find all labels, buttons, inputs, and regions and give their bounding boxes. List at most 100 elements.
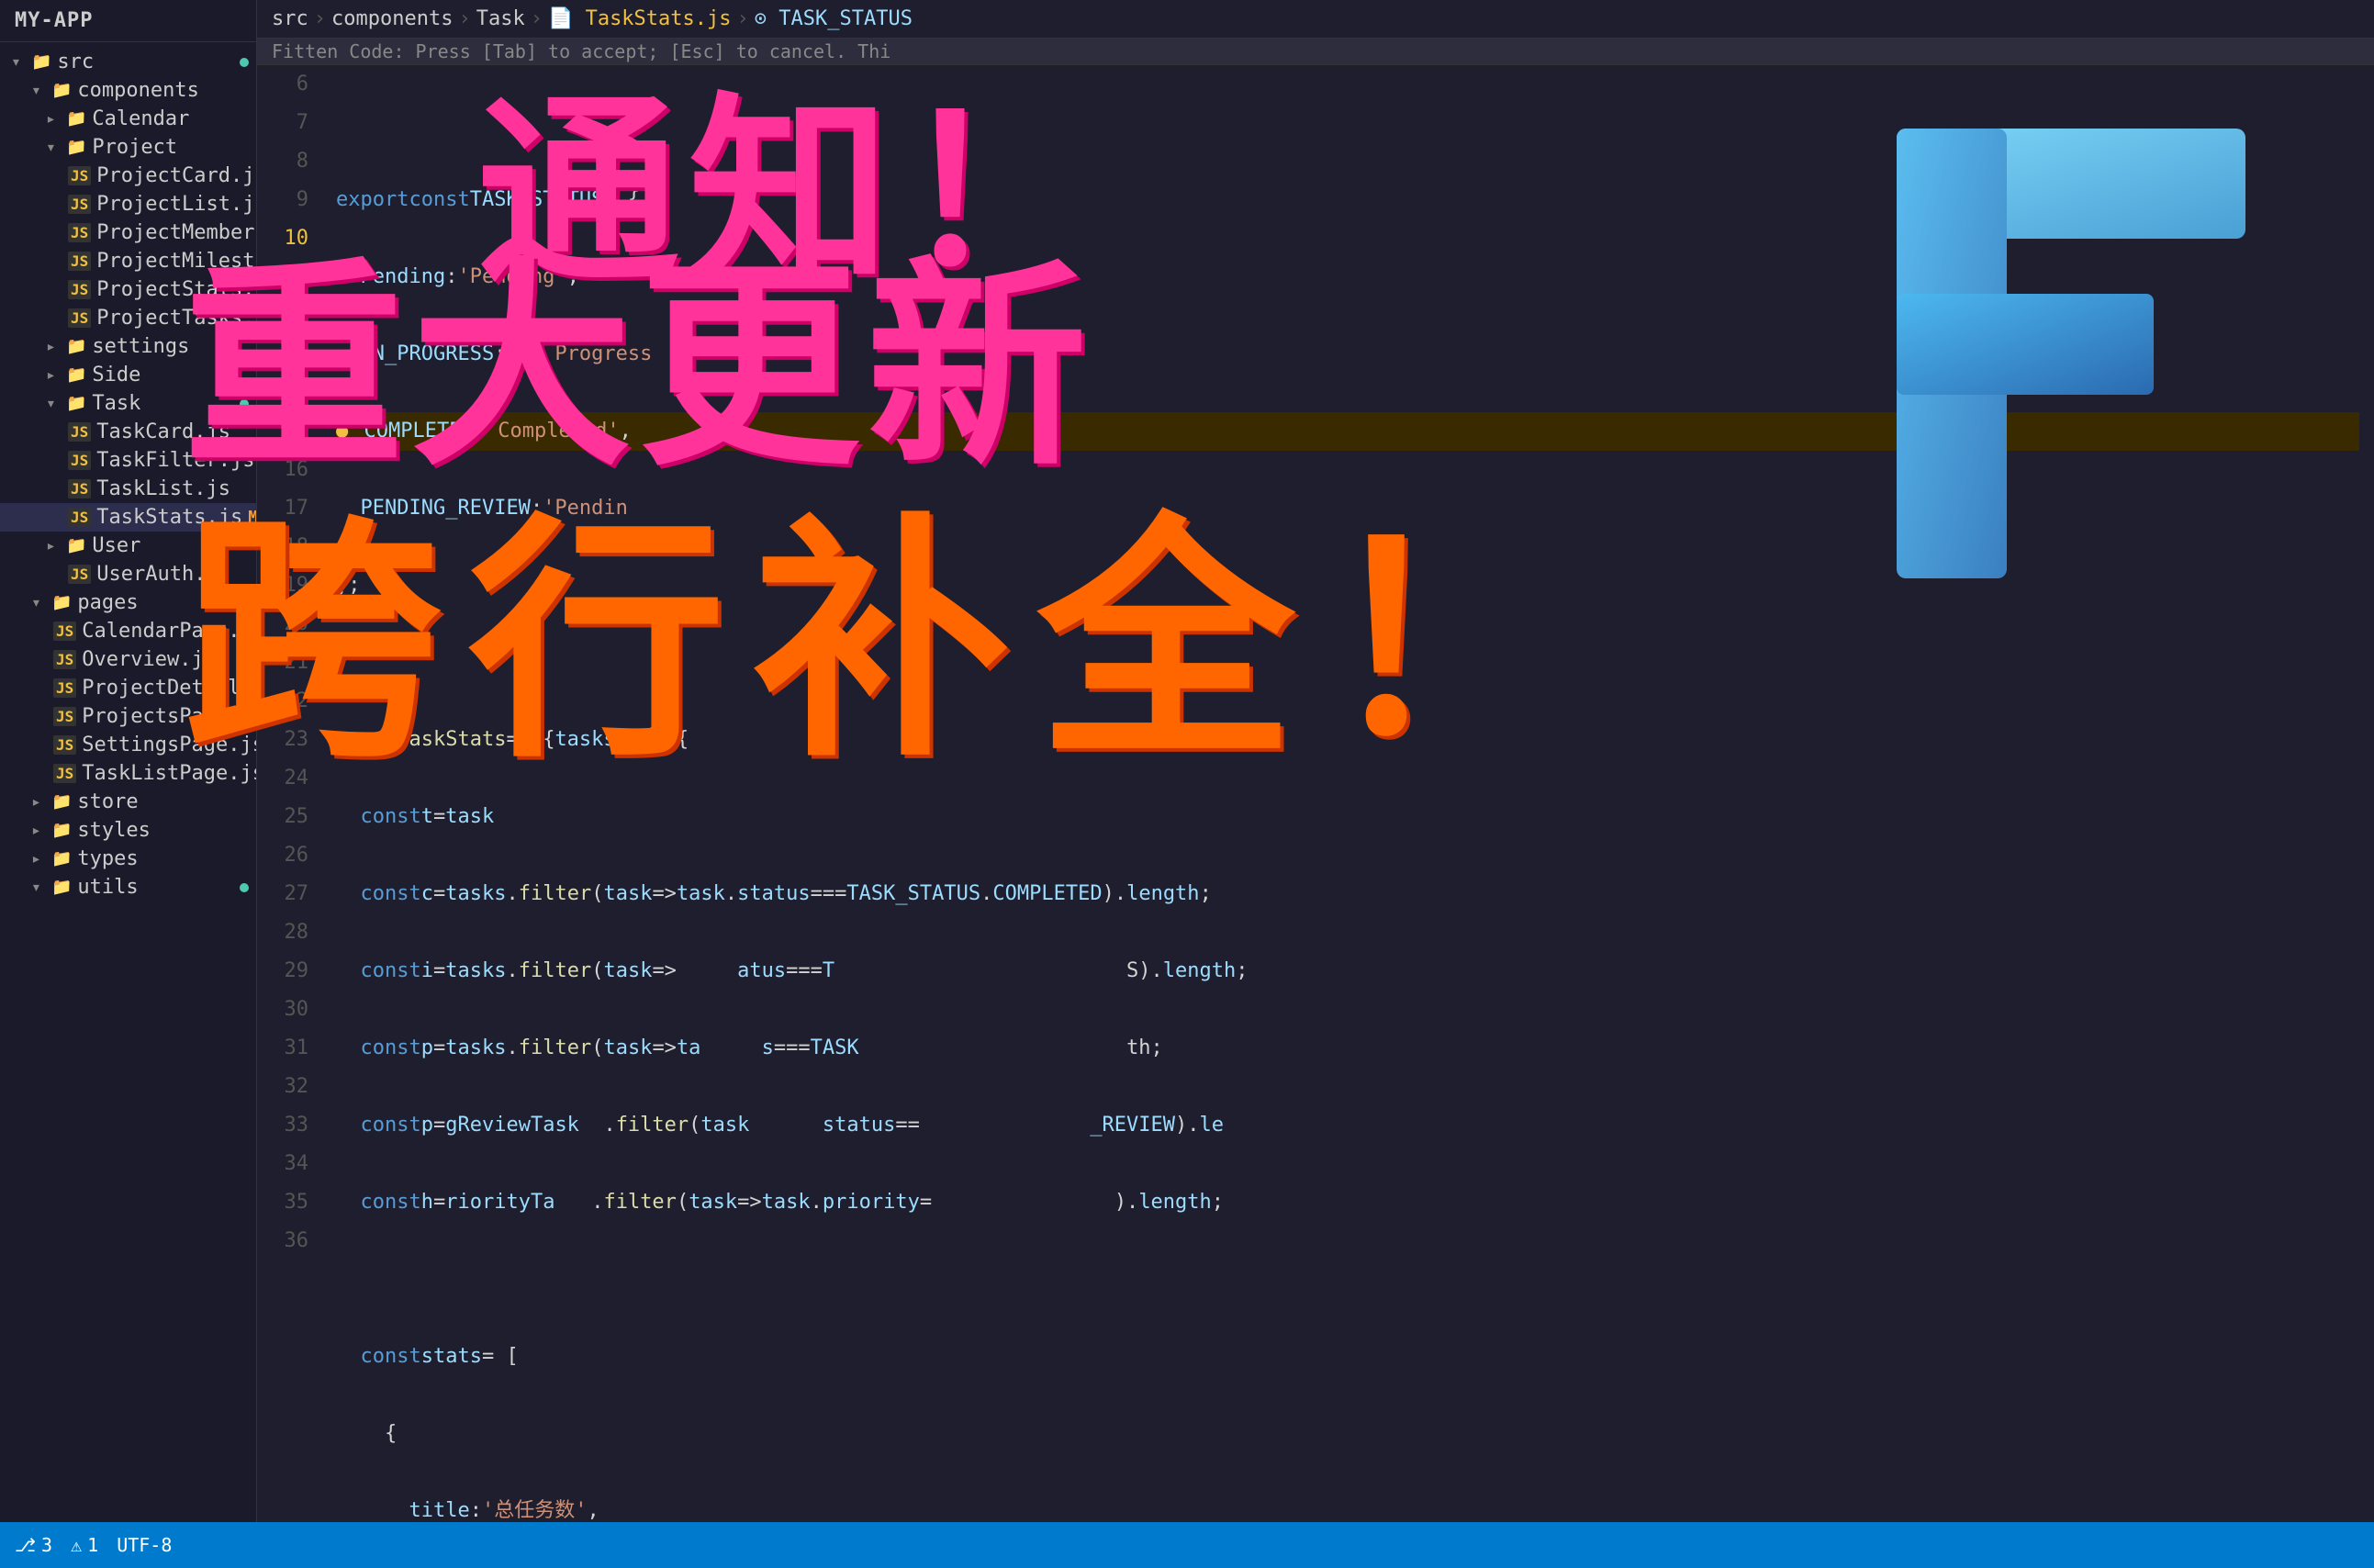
sidebar-item-utils[interactable]: ▾ 📁 utils [0, 873, 256, 902]
sidebar-header: MY-APP [0, 0, 256, 42]
sidebar-item-label: ProjectTasks.js [96, 307, 256, 330]
sidebar-item-label: components [77, 79, 198, 102]
sidebar-item-label: TaskListPage.js [82, 762, 256, 785]
folder-icon: 📁 [66, 536, 86, 555]
sidebar-item-label: ProjectCard.js [96, 164, 256, 187]
dot-badge [240, 883, 249, 892]
m-badge: M [248, 508, 256, 527]
folder-icon: 📁 [51, 593, 72, 612]
sidebar-item-label: pages [77, 591, 138, 614]
sidebar-item-tasklistpage[interactable]: JS TaskListPage.js [0, 759, 256, 788]
bc-sep: › [458, 7, 470, 30]
sidebar-item-settingspage[interactable]: JS SettingsPage.js [0, 731, 256, 759]
sidebar-item-label: TaskFilter.js [96, 449, 254, 472]
code-content[interactable]: export const TASK_STATUS = { Pending: 'P… [321, 65, 2374, 1568]
js-file-icon: JS [68, 252, 91, 271]
sidebar-item-src[interactable]: ▾ 📁 src [0, 48, 256, 76]
sidebar-item-label: User [92, 534, 140, 557]
breadcrumb: src › components › Task › 📄 TaskStats.js… [257, 0, 2374, 39]
sidebar-item-calendarpage[interactable]: JS CalendarPage.js [0, 617, 256, 645]
breadcrumb-file: 📄 TaskStats.js [548, 7, 732, 30]
sidebar-item-pages[interactable]: ▾ 📁 pages [0, 588, 256, 617]
folder-icon: 📁 [51, 792, 72, 812]
code-line-6 [336, 104, 2359, 142]
sidebar-item-label: ProjectDetailPage.js [82, 677, 256, 700]
status-branch[interactable]: ⎇ 3 [15, 1534, 52, 1556]
sidebar-item-tasklist[interactable]: JS TaskList.js [0, 475, 256, 503]
code-line-20: const h = riorityTa .filter(task => task… [336, 1183, 2359, 1222]
sidebar-item-settings[interactable]: ▸ 📁 settings [0, 332, 256, 361]
sidebar-item-label: TaskCard.js [96, 420, 230, 443]
file-tree: ▾ 📁 src ▾ 📁 components ▸ 📁 Calendar [0, 42, 256, 1527]
folder-icon: 📁 [31, 52, 51, 72]
sidebar-item-label: Project [92, 136, 177, 159]
js-file-icon: JS [68, 280, 91, 299]
sidebar-item-projectcard[interactable]: JS ProjectCard.js [0, 162, 256, 190]
sidebar-item-task[interactable]: ▾ 📁 Task [0, 389, 256, 418]
js-file-icon: JS [68, 508, 91, 527]
sidebar-item-label: ProjectList.js [96, 193, 256, 216]
sidebar-item-taskcard[interactable]: JS TaskCard.js [0, 418, 256, 446]
sidebar-item-store[interactable]: ▸ 📁 store [0, 788, 256, 816]
sidebar-item-userauth[interactable]: JS UserAuth.js [0, 560, 256, 588]
sidebar-item-types[interactable]: ▸ 📁 types [0, 845, 256, 873]
folder-icon: 📁 [66, 138, 86, 157]
sidebar-item-side[interactable]: ▸ 📁 Side [0, 361, 256, 389]
sidebar-item-label: settings [92, 335, 189, 358]
error-icon: ⚠ [71, 1534, 82, 1556]
code-line-16: const c = tasks.filter(task => task.stat… [336, 875, 2359, 913]
code-line-17: const i = tasks.filter(task => atus === … [336, 952, 2359, 991]
git-branch-icon: ⎇ [15, 1534, 36, 1556]
sidebar: MY-APP ▾ 📁 src ▾ 📁 components ▸ 📁 [0, 0, 257, 1568]
sidebar-item-projectlist[interactable]: JS ProjectList.js [0, 190, 256, 218]
code-line-18: const p = tasks.filter(task => ta s === … [336, 1029, 2359, 1068]
folder-icon: 📁 [66, 365, 86, 385]
sidebar-item-label: ProjectMilestones.js [96, 250, 256, 273]
sidebar-item-label: Calendar [92, 107, 189, 130]
sidebar-item-projectmembers[interactable]: JS ProjectMembers.js [0, 218, 256, 247]
chevron-icon: ▾ [46, 394, 61, 413]
chevron-icon: ▸ [46, 109, 61, 129]
code-line-8: Pending: 'Pending', [336, 258, 2359, 297]
js-file-icon: JS [68, 479, 91, 498]
code-line-21 [336, 1260, 2359, 1299]
folder-icon: 📁 [51, 849, 72, 868]
breadcrumb-task: Task [476, 7, 525, 30]
folder-icon: 📁 [66, 337, 86, 356]
sidebar-item-label: ProjectStats.js [96, 278, 256, 301]
sidebar-item-label: SettingsPage.js [82, 734, 256, 756]
js-file-icon: JS [68, 308, 91, 328]
js-file-icon: JS [53, 650, 76, 669]
chevron-icon: ▸ [31, 821, 46, 840]
folder-icon: 📁 [66, 109, 86, 129]
main-area: src › components › Task › 📄 TaskStats.js… [257, 0, 2374, 1568]
sidebar-item-styles[interactable]: ▸ 📁 styles [0, 816, 256, 845]
sidebar-item-taskstats[interactable]: JS TaskStats.js M [0, 503, 256, 532]
status-bar: ⎇ 3 ⚠ 1 UTF-8 [0, 1522, 2374, 1568]
sidebar-item-project[interactable]: ▾ 📁 Project [0, 133, 256, 162]
sidebar-item-label: Overview.js [82, 648, 216, 671]
sidebar-item-projectmilestones[interactable]: JS ProjectMilestones.js [0, 247, 256, 275]
sidebar-item-components[interactable]: ▾ 📁 components [0, 76, 256, 105]
status-encoding[interactable]: UTF-8 [117, 1534, 172, 1556]
bc-sep: › [531, 7, 543, 30]
sidebar-item-label: types [77, 847, 138, 870]
sidebar-item-label: Task [92, 392, 140, 415]
code-editor[interactable]: 6 7 8 9 10 11 12 13 14 15 16 17 18 19 20… [257, 65, 2374, 1568]
js-file-icon: JS [53, 764, 76, 783]
sidebar-item-projectspage[interactable]: JS ProjectsPage.js [0, 702, 256, 731]
sidebar-item-projectstats[interactable]: JS ProjectStats.js [0, 275, 256, 304]
code-line-9: IN_PROGRESS: 'In Progress [336, 335, 2359, 374]
status-errors[interactable]: ⚠ 1 [71, 1534, 98, 1556]
js-file-icon: JS [68, 166, 91, 185]
sidebar-item-label: ProjectMembers.js [96, 221, 256, 244]
js-file-icon: JS [68, 422, 91, 442]
chevron-icon: ▾ [46, 138, 61, 157]
chevron-icon: ▾ [31, 878, 46, 897]
sidebar-item-calendar[interactable]: ▸ 📁 Calendar [0, 105, 256, 133]
sidebar-item-overview[interactable]: JS Overview.js [0, 645, 256, 674]
sidebar-item-user[interactable]: ▸ 📁 User [0, 532, 256, 560]
sidebar-item-projecttasks[interactable]: JS ProjectTasks.js [0, 304, 256, 332]
sidebar-item-taskfilter[interactable]: JS TaskFilter.js [0, 446, 256, 475]
sidebar-item-projectdetailpage[interactable]: JS ProjectDetailPage.js [0, 674, 256, 702]
